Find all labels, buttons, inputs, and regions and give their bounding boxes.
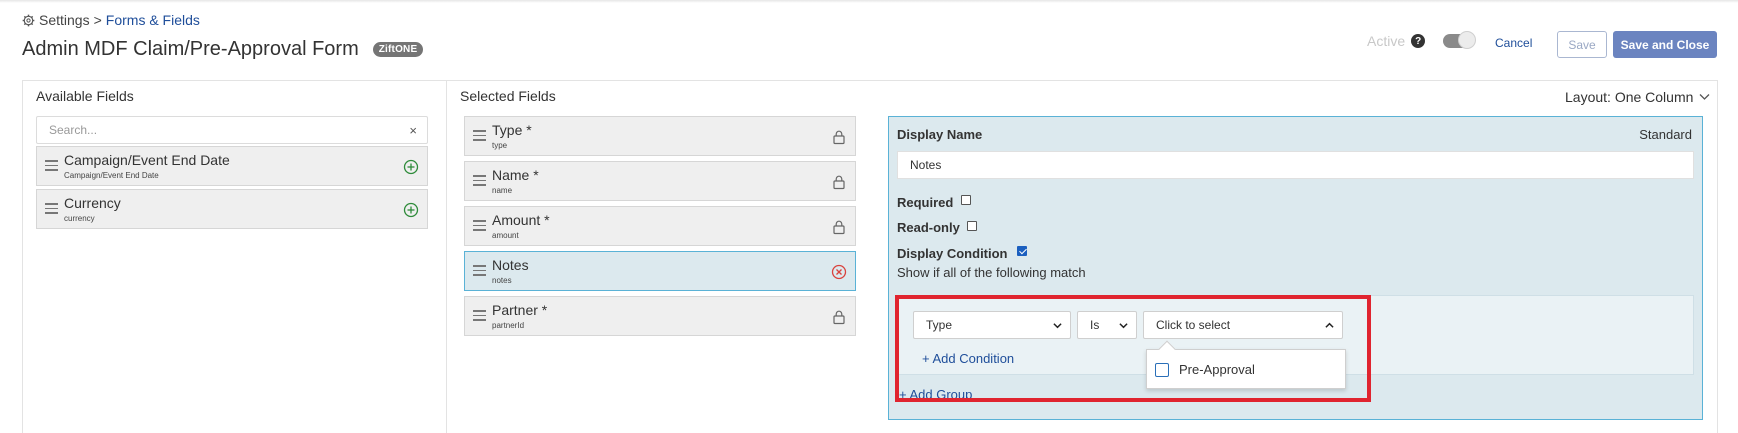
cancel-button[interactable]: Cancel xyxy=(1495,36,1532,50)
readonly-checkbox[interactable] xyxy=(967,221,977,231)
field-label: Notes xyxy=(492,257,529,273)
standard-label: Standard xyxy=(1639,127,1692,142)
required-checkbox[interactable] xyxy=(961,195,971,205)
top-shadow xyxy=(0,0,1738,3)
display-name-box xyxy=(897,151,1694,179)
chevron-down-icon xyxy=(1699,94,1710,100)
breadcrumb-current[interactable]: Forms & Fields xyxy=(106,12,200,28)
add-circle-icon[interactable] xyxy=(403,159,419,175)
selected-field-item[interactable]: Name * name xyxy=(464,161,856,201)
selected-field-item[interactable]: Type * type xyxy=(464,116,856,156)
readonly-label: Read-only xyxy=(897,220,960,235)
field-label: Campaign/Event End Date xyxy=(64,152,230,168)
field-label: Partner * xyxy=(492,302,548,318)
layout-label: Layout: One Column xyxy=(1565,89,1694,105)
product-badge: ZiftONE xyxy=(372,42,424,57)
condition-field-value: Type xyxy=(926,318,953,332)
display-condition-label: Display Condition xyxy=(897,246,1008,261)
clear-search-icon[interactable]: × xyxy=(409,123,417,138)
breadcrumb-separator: > xyxy=(93,12,102,28)
remove-circle-icon[interactable] xyxy=(831,264,847,280)
field-key: name xyxy=(492,186,513,195)
field-label: Name * xyxy=(492,167,539,183)
active-toggle[interactable] xyxy=(1443,31,1477,49)
drag-handle-icon[interactable] xyxy=(473,265,486,276)
field-key: amount xyxy=(492,231,519,240)
save-button[interactable]: Save xyxy=(1557,31,1607,58)
lock-icon xyxy=(833,175,845,190)
search-box: × xyxy=(36,116,428,144)
drag-handle-icon[interactable] xyxy=(45,160,58,171)
drag-handle-icon[interactable] xyxy=(45,203,58,214)
field-label: Type * xyxy=(492,122,532,138)
show-if-text: Show if all of the following match xyxy=(897,265,1086,280)
condition-value-select[interactable]: Click to select xyxy=(1143,311,1343,339)
condition-operator-select[interactable]: Is xyxy=(1077,311,1137,339)
available-fields-title: Available Fields xyxy=(36,88,134,104)
dropdown-option[interactable]: Pre-Approval xyxy=(1179,362,1255,377)
selected-fields-title: Selected Fields xyxy=(460,88,556,104)
save-and-close-button[interactable]: Save and Close xyxy=(1613,31,1717,58)
drag-handle-icon[interactable] xyxy=(473,310,486,321)
lock-icon xyxy=(833,220,845,235)
condition-value-dropdown: Pre-Approval xyxy=(1146,340,1346,389)
selected-field-item-active[interactable]: Notes notes xyxy=(464,251,856,291)
toggle-knob xyxy=(1458,31,1477,49)
chevron-down-icon xyxy=(1053,323,1062,329)
layout-select[interactable]: Layout: One Column xyxy=(1565,89,1710,105)
display-name-label: Display Name xyxy=(897,127,983,142)
field-key: currency xyxy=(64,214,95,223)
column-divider xyxy=(446,80,447,433)
add-group-link[interactable]: + Add Group xyxy=(899,387,972,402)
active-control: Active ? xyxy=(1367,31,1477,49)
chevron-up-icon xyxy=(1325,322,1334,328)
display-name-input[interactable] xyxy=(898,152,1693,178)
display-condition-checkbox[interactable] xyxy=(1017,246,1027,256)
field-key: notes xyxy=(492,276,512,285)
help-icon[interactable]: ? xyxy=(1411,34,1426,48)
field-label: Currency xyxy=(64,195,121,211)
search-input[interactable] xyxy=(37,117,427,143)
field-key: type xyxy=(492,141,508,150)
active-label: Active xyxy=(1367,33,1406,49)
available-field-item[interactable]: Campaign/Event End Date Campaign/Event E… xyxy=(36,146,428,186)
lock-icon xyxy=(833,310,845,325)
page-title: Admin MDF Claim/Pre-Approval Form xyxy=(22,38,359,60)
condition-value-placeholder: Click to select xyxy=(1156,318,1231,332)
page-title-row: Admin MDF Claim/Pre-Approval Form ZiftON… xyxy=(22,38,424,61)
breadcrumb: Settings > Forms & Fields xyxy=(22,12,200,28)
add-condition-link[interactable]: + Add Condition xyxy=(922,351,1014,366)
drag-handle-icon[interactable] xyxy=(473,130,486,141)
field-key: Campaign/Event End Date xyxy=(64,171,159,180)
add-circle-icon[interactable] xyxy=(403,202,419,218)
required-label: Required xyxy=(897,195,954,210)
condition-field-select[interactable]: Type xyxy=(913,311,1071,339)
gear-icon xyxy=(22,14,35,26)
breadcrumb-root[interactable]: Settings xyxy=(39,12,90,28)
chevron-down-icon xyxy=(1119,323,1128,329)
lock-icon xyxy=(833,130,845,145)
condition-operator-value: Is xyxy=(1090,318,1100,332)
selected-field-item[interactable]: Partner * partnerId xyxy=(464,296,856,336)
drag-handle-icon[interactable] xyxy=(473,220,486,231)
available-field-item[interactable]: Currency currency xyxy=(36,189,428,229)
drag-handle-icon[interactable] xyxy=(473,175,486,186)
field-key: partnerId xyxy=(492,321,525,330)
option-checkbox[interactable] xyxy=(1155,363,1169,377)
selected-field-item[interactable]: Amount * amount xyxy=(464,206,856,246)
field-label: Amount * xyxy=(492,212,550,228)
